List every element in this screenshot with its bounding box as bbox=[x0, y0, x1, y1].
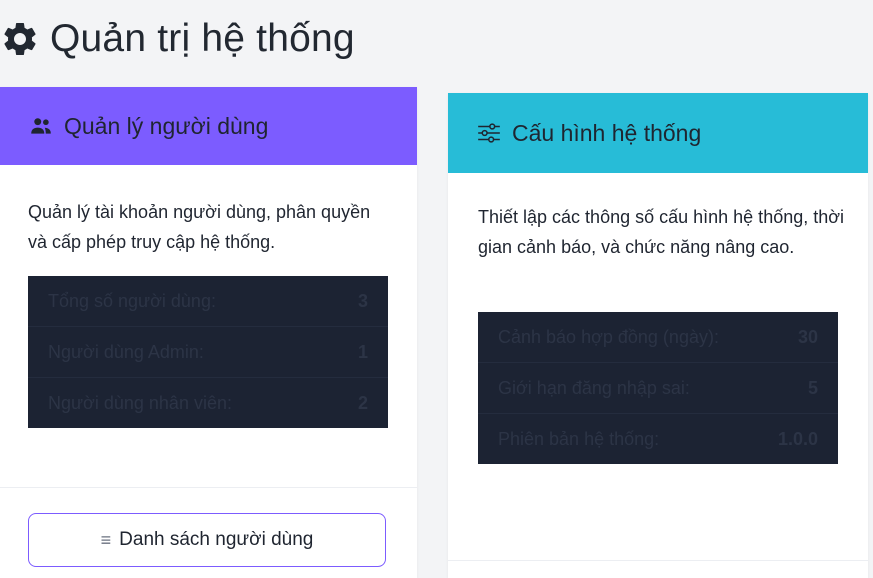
stat-row-staff-users: Người dùng nhân viên: 2 bbox=[28, 378, 388, 428]
system-config-title: Cấu hình hệ thống bbox=[512, 119, 702, 146]
stat-value: 5 bbox=[807, 377, 818, 398]
user-management-header: Quản lý người dùng bbox=[0, 87, 417, 165]
stat-row-login-limit: Giới hạn đăng nhập sai: 5 bbox=[478, 363, 838, 414]
stat-value: 2 bbox=[357, 392, 368, 413]
system-config-description: Thiết lập các thông số cấu hình hệ thống… bbox=[478, 207, 845, 257]
stat-value: 1.0.0 bbox=[777, 428, 818, 449]
card-footer-divider bbox=[448, 560, 868, 561]
stat-label: Giới hạn đăng nhập sai: bbox=[498, 377, 690, 398]
sliders-icon bbox=[476, 120, 502, 146]
users-icon bbox=[28, 113, 54, 139]
stat-row-total-users: Tổng số người dùng: 3 bbox=[28, 276, 388, 327]
stat-label: Cảnh báo hợp đồng (ngày): bbox=[498, 326, 719, 347]
stat-value: 1 bbox=[357, 341, 368, 362]
stat-value: 30 bbox=[797, 326, 818, 347]
stat-row-contract-warning: Cảnh báo hợp đồng (ngày): 30 bbox=[478, 312, 838, 363]
stat-row-admin-users: Người dùng Admin: 1 bbox=[28, 327, 388, 378]
user-management-card: Quản lý người dùng Quản lý tài khoản ngư… bbox=[0, 87, 417, 578]
stat-label: Phiên bản hệ thống: bbox=[498, 428, 660, 449]
user-list-button-label: Danh sách người dùng bbox=[119, 529, 314, 550]
user-management-title: Quản lý người dùng bbox=[64, 112, 269, 139]
stat-label: Người dùng nhân viên: bbox=[48, 392, 232, 413]
page-title: Quản trị hệ thống bbox=[0, 14, 355, 64]
list-icon: ≡ bbox=[100, 529, 112, 550]
stat-label: Người dùng Admin: bbox=[48, 341, 204, 362]
user-list-button[interactable]: ≡ Danh sách người dùng bbox=[28, 513, 386, 567]
user-management-description: Quản lý tài khoản người dùng, phân quyền… bbox=[28, 202, 371, 252]
stat-row-version: Phiên bản hệ thống: 1.0.0 bbox=[478, 414, 838, 464]
stat-label: Tổng số người dùng: bbox=[48, 290, 216, 311]
page-title-text: Quản trị hệ thống bbox=[50, 17, 355, 60]
stat-value: 3 bbox=[357, 290, 368, 311]
config-stats-panel: Cảnh báo hợp đồng (ngày): 30 Giới hạn đă… bbox=[478, 312, 838, 464]
card-footer-divider bbox=[0, 487, 417, 488]
user-stats-panel: Tổng số người dùng: 3 Người dùng Admin: … bbox=[28, 276, 388, 428]
system-config-card: Cấu hình hệ thống Thiết lập các thông số… bbox=[448, 93, 868, 578]
system-config-header: Cấu hình hệ thống bbox=[448, 93, 868, 173]
gear-icon bbox=[0, 19, 40, 59]
